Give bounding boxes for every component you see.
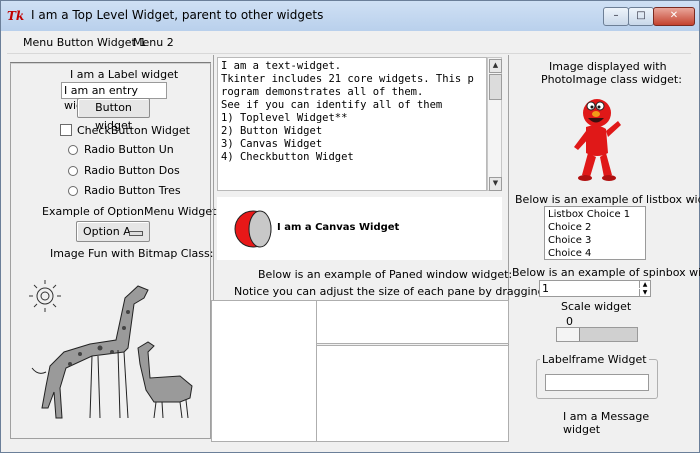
giraffe-small	[137, 341, 193, 419]
text-line: See if you can identify all of them	[221, 99, 443, 111]
optionmenu-caption: Example of OptionMenu Widget:	[42, 205, 221, 218]
radio-label-dos[interactable]: Radio Button Dos	[84, 164, 180, 177]
sun-icon	[29, 280, 61, 312]
checkbutton-label[interactable]: CheckButton Widget	[77, 124, 190, 137]
listbox-item[interactable]: Choice 3	[548, 234, 645, 247]
bitmap-caption: Image Fun with Bitmap Class:	[50, 247, 214, 260]
minimize-icon[interactable]: –	[603, 7, 629, 26]
text-line: 4) Checkbutton Widget	[221, 151, 354, 163]
message-line-2: widget	[563, 423, 601, 436]
listbox-caption: Below is an example of listbox widget:	[515, 193, 700, 206]
listbox-item[interactable]: Listbox Choice 1	[548, 208, 645, 221]
labelframe-title: Labelframe Widget	[540, 353, 649, 366]
text-line: 2) Button Widget	[221, 125, 323, 137]
photo-caption-2: PhotoImage class widget:	[541, 73, 682, 86]
radio-button-dos[interactable]	[68, 166, 78, 176]
text-line: 1) Toplevel Widget**	[221, 112, 348, 124]
radio-button-un[interactable]	[68, 145, 78, 155]
canvas-label: I am a Canvas Widget	[277, 222, 400, 233]
spinbox-caption: Below is an example of spinbox widget:	[512, 266, 700, 279]
button-widget[interactable]: Button widget	[77, 98, 150, 132]
optionmenu-value: Option A	[83, 225, 131, 238]
text-line: Tkinter includes 21 core widgets. This p	[221, 73, 474, 85]
spinbox-value: 1	[542, 282, 549, 295]
giraffe-large	[31, 285, 149, 419]
close-icon[interactable]: ✕	[653, 7, 695, 26]
scale-trough[interactable]	[556, 327, 638, 342]
listbox-widget[interactable]: Listbox Choice 1 Choice 2 Choice 3 Choic…	[544, 206, 646, 260]
tk-logo-icon: Tk	[7, 9, 25, 23]
optionmenu-indicator-icon	[129, 231, 143, 236]
menu-bar: Menu Button Widget 1 Menu 2	[7, 31, 691, 54]
scale-slider-handle[interactable]	[557, 328, 580, 341]
spin-up-icon[interactable]: ▲	[639, 281, 650, 288]
paned-caption-2: Notice you can adjust the size of each p…	[234, 285, 556, 298]
photo-caption-1: Image displayed with	[549, 60, 667, 73]
paned-window-pane-left[interactable]	[211, 300, 317, 442]
labelframe-entry[interactable]	[545, 374, 649, 391]
paned-window-pane-top-right[interactable]	[316, 300, 509, 344]
spinbox-widget[interactable]: 1 ▲ ▼	[539, 280, 651, 297]
listbox-item[interactable]: Choice 4	[548, 247, 645, 260]
scale-caption: Scale widget	[561, 300, 632, 313]
radio-label-tres[interactable]: Radio Button Tres	[84, 184, 181, 197]
text-line: I am a text-widget.	[221, 60, 342, 72]
listbox-item[interactable]: Choice 2	[548, 221, 645, 234]
spin-down-icon[interactable]: ▼	[639, 289, 650, 296]
elmo-photo-image	[574, 99, 621, 181]
label-widget: I am a Label widget	[70, 68, 179, 81]
paned-caption-1: Below is an example of Paned window widg…	[258, 268, 513, 281]
scroll-up-icon[interactable]: ▲	[489, 59, 502, 73]
maximize-icon[interactable]: □	[628, 7, 654, 26]
menu-button-widget-1[interactable]: Menu Button Widget 1	[23, 36, 146, 49]
scroll-thumb[interactable]	[489, 74, 502, 100]
optionmenu-widget[interactable]: Option A	[76, 221, 150, 242]
text-widget[interactable]: I am a text-widget. Tkinter includes 21 c…	[217, 57, 487, 191]
paned-window-pane-bottom-right[interactable]	[316, 345, 509, 442]
message-line-1: I am a Message	[563, 410, 650, 423]
text-line: 3) Canvas Widget	[221, 138, 323, 150]
menu-2[interactable]: Menu 2	[133, 36, 174, 49]
entry-widget[interactable]: I am an entry widget	[61, 82, 167, 112]
text-line: rogram demonstrates all of them.	[221, 86, 424, 98]
giraffe-bitmap-image	[29, 280, 193, 419]
title-bar[interactable]: Tk I am a Top Level Widget, parent to ot…	[1, 1, 699, 31]
radio-button-tres[interactable]	[68, 186, 78, 196]
radio-label-un[interactable]: Radio Button Un	[84, 143, 174, 156]
canvas-widget: I am a Canvas Widget	[217, 197, 502, 260]
scroll-down-icon[interactable]: ▼	[489, 177, 502, 191]
text-scrollbar[interactable]: ▲ ▼	[487, 57, 502, 191]
checkbutton-box[interactable]	[60, 124, 72, 136]
window-title: I am a Top Level Widget, parent to other…	[31, 8, 324, 22]
